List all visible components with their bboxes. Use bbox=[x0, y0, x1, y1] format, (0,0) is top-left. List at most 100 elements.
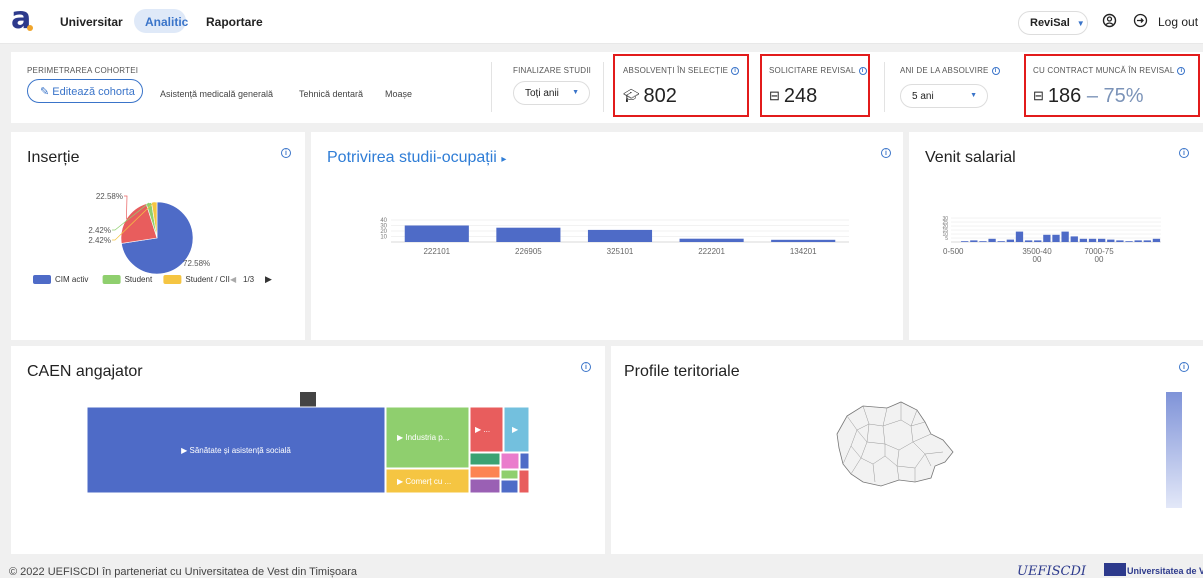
legend-next-icon[interactable]: ▶ bbox=[265, 274, 272, 284]
nav-analitic[interactable]: Analitic bbox=[145, 15, 188, 29]
finalizare-title: FINALIZARE STUDII bbox=[513, 66, 592, 75]
treemap-node[interactable] bbox=[469, 465, 501, 479]
bar[interactable] bbox=[997, 241, 1005, 242]
pie-label-line bbox=[124, 195, 128, 219]
bar[interactable] bbox=[1061, 231, 1069, 242]
bar[interactable] bbox=[1116, 240, 1124, 242]
legend-label[interactable]: Student bbox=[125, 275, 153, 284]
treemap-node[interactable] bbox=[500, 452, 520, 470]
treemap-label: ▶ bbox=[512, 425, 519, 434]
bar[interactable] bbox=[1070, 236, 1078, 242]
chevron-down-icon: ▼ bbox=[1076, 19, 1085, 28]
treemap-label: ▶ Industria p... bbox=[397, 433, 449, 442]
bar[interactable] bbox=[496, 227, 561, 242]
treemap-node[interactable] bbox=[519, 452, 530, 470]
pencil-icon: ✎ bbox=[40, 86, 50, 98]
legend-prev-icon[interactable]: ◀ bbox=[230, 275, 237, 284]
caen-treemap: ▶ Sănătate și asistență socială ▶ Indust… bbox=[86, 392, 530, 494]
bar[interactable] bbox=[1052, 234, 1060, 242]
treemap-node[interactable] bbox=[500, 479, 519, 494]
pie-value-label: 22.58% bbox=[96, 192, 123, 201]
edit-cohort-button[interactable]: ✎ Editează cohorta bbox=[27, 79, 143, 103]
romania-map[interactable] bbox=[611, 346, 1203, 554]
top-navbar: a Universitar Analitic Raportare ReviSal… bbox=[0, 0, 1203, 44]
cohort-chip: Tehnică dentară bbox=[299, 89, 364, 99]
treemap-node[interactable] bbox=[518, 469, 530, 494]
treemap-node[interactable] bbox=[469, 452, 501, 466]
caen-panel: CAEN angajator i ▶ Sănătate și asistență… bbox=[11, 346, 605, 554]
bar[interactable] bbox=[404, 225, 469, 243]
bar[interactable] bbox=[1134, 240, 1142, 242]
info-icon[interactable]: i bbox=[991, 67, 1000, 75]
bar[interactable] bbox=[1088, 238, 1097, 242]
user-account-icon[interactable] bbox=[1102, 13, 1117, 32]
bar[interactable] bbox=[1024, 240, 1033, 242]
potrivire-bar-chart: 40302010222101 226905 325101 222201 134201 bbox=[380, 218, 849, 256]
bar[interactable] bbox=[1034, 240, 1042, 242]
profile-panel: Profile teritoriale i bbox=[611, 346, 1203, 554]
map-outline bbox=[836, 401, 954, 487]
ani-select[interactable]: 5 ani ▼ bbox=[900, 84, 988, 108]
bar[interactable] bbox=[988, 238, 996, 242]
bar[interactable] bbox=[961, 241, 969, 242]
highlight-box bbox=[760, 54, 870, 117]
bar[interactable] bbox=[587, 229, 653, 242]
revisal-label: ReviSal bbox=[1030, 17, 1070, 29]
ani-value: 5 ani bbox=[912, 91, 934, 102]
logout-link[interactable]: Log out bbox=[1158, 15, 1198, 29]
bar[interactable] bbox=[1107, 239, 1115, 242]
insertie-pie-chart: 72.58% 22.58% 2.42%2.42% CIM activ Student St… bbox=[33, 192, 272, 284]
chevron-down-icon: ▼ bbox=[572, 89, 579, 96]
cohort-section-title: PERIMETRAREA COHORTEI bbox=[27, 66, 139, 75]
bar[interactable] bbox=[1043, 234, 1051, 242]
nav-raportare[interactable]: Raportare bbox=[206, 15, 263, 29]
highlight-box bbox=[613, 54, 749, 117]
bar[interactable] bbox=[1098, 238, 1106, 242]
cohort-filter-bar: PERIMETRAREA COHORTEI ✎ Editează cohorta… bbox=[11, 52, 1203, 123]
highlight-box bbox=[1024, 54, 1200, 117]
divider bbox=[603, 62, 604, 112]
legend-label[interactable]: CIM activ bbox=[55, 275, 88, 284]
bar[interactable] bbox=[1125, 241, 1133, 242]
finalizare-value: Toți anii bbox=[525, 88, 559, 99]
legend-swatch[interactable] bbox=[163, 275, 182, 284]
divider bbox=[491, 62, 492, 112]
cohort-chip: Asistență medicală generală bbox=[160, 89, 274, 99]
bar[interactable] bbox=[771, 239, 836, 242]
bar[interactable] bbox=[1152, 238, 1161, 242]
finalizare-select[interactable]: Toți anii ▼ bbox=[513, 81, 590, 105]
logout-icon[interactable] bbox=[1133, 13, 1148, 32]
legend-page: 1/3 bbox=[243, 275, 255, 284]
treemap-breadcrumb[interactable] bbox=[300, 392, 316, 407]
edit-cohort-label: Editează cohorta bbox=[52, 86, 135, 98]
bar[interactable] bbox=[979, 241, 987, 242]
treemap-node[interactable] bbox=[500, 469, 519, 480]
color-scale-legend[interactable] bbox=[1166, 392, 1182, 508]
legend-label[interactable]: Student / CII bbox=[185, 275, 229, 284]
bar[interactable] bbox=[1006, 239, 1014, 242]
nav-universitar[interactable]: Universitar bbox=[60, 15, 123, 29]
cohort-chip: Moașe bbox=[385, 89, 413, 99]
treemap-node[interactable] bbox=[469, 478, 501, 494]
legend-swatch[interactable] bbox=[102, 275, 121, 284]
revisal-dropdown[interactable]: ReviSal ▼ bbox=[1018, 11, 1088, 35]
treemap-label: ▶ ... bbox=[475, 425, 490, 434]
divider bbox=[884, 62, 885, 112]
bar[interactable] bbox=[679, 238, 744, 242]
x-tick-label: 3500-40 00 bbox=[1022, 247, 1052, 264]
bar[interactable] bbox=[970, 240, 978, 242]
x-tick-label: 222101 bbox=[423, 247, 450, 256]
insertie-panel: Inserție i 72.58% 22.58% 2.42% 2.42% CIM act… bbox=[11, 132, 305, 340]
y-tick-label: 10 bbox=[380, 235, 387, 241]
bar[interactable] bbox=[1143, 240, 1151, 242]
treemap-label: ▶ Sănătate și asistență socială bbox=[181, 446, 291, 455]
y-tick-label: 5 bbox=[945, 236, 948, 242]
pie-value-label: 2.42% bbox=[88, 226, 111, 235]
footer-copyright: © 2022 UEFISCDI în parteneriat cu Univer… bbox=[9, 566, 358, 578]
bar[interactable] bbox=[1015, 231, 1024, 242]
legend-swatch[interactable] bbox=[33, 275, 51, 284]
potrivire-panel: Potrivirea studii-ocupații ▸ i 40 30 20 10 2… bbox=[311, 132, 903, 340]
x-tick-label: 226905 bbox=[515, 247, 542, 256]
pie-value-label: 2.42% bbox=[88, 236, 111, 245]
bar[interactable] bbox=[1079, 238, 1088, 242]
